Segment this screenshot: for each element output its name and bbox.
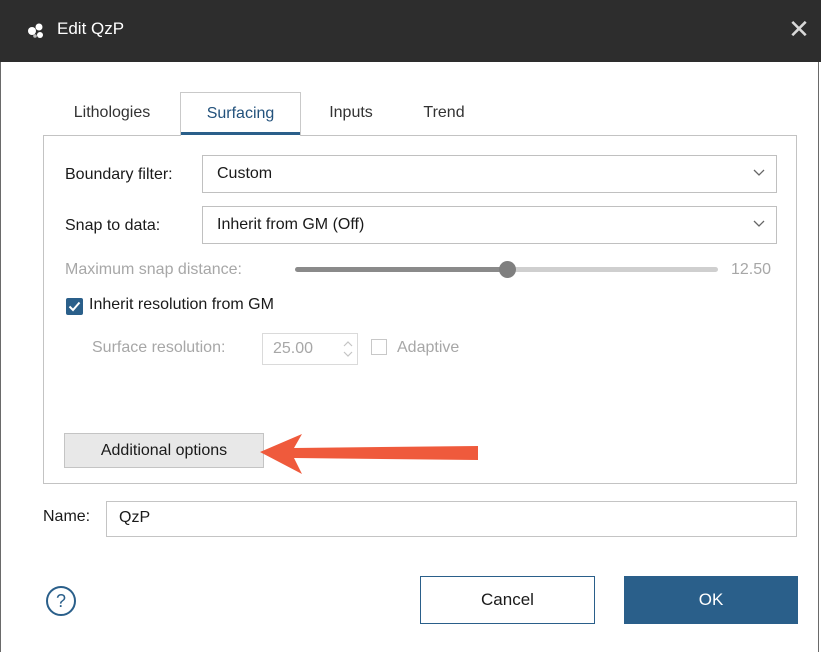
window-title: Edit QzP (57, 19, 125, 38)
active-tab-indicator (181, 132, 300, 135)
slider-track-filled (295, 267, 507, 272)
spin-arrows-icon (343, 341, 353, 357)
snap-to-data-label: Snap to data: (65, 217, 161, 234)
surface-resolution-value: 25.00 (273, 340, 314, 357)
app-icon (26, 21, 46, 41)
adaptive-checkbox[interactable] (371, 339, 387, 355)
tab-trend[interactable]: Trend (404, 92, 484, 134)
name-label: Name: (43, 508, 91, 525)
snap-to-data-dropdown[interactable]: Inherit from GM (Off) (202, 206, 777, 244)
boundary-filter-value: Custom (217, 165, 273, 182)
chevron-down-icon (753, 220, 765, 227)
tab-inputs[interactable]: Inputs (312, 92, 390, 134)
window-border-right (818, 62, 819, 652)
help-icon[interactable]: ? (45, 585, 77, 617)
slider-track-empty (507, 267, 718, 272)
additional-options-button[interactable]: Additional options (64, 433, 264, 468)
ok-button[interactable]: OK (624, 576, 798, 624)
checkmark-icon (68, 301, 81, 312)
tab-surfacing[interactable]: Surfacing (180, 92, 301, 136)
cancel-button[interactable]: Cancel (420, 576, 595, 624)
max-snap-distance-slider-thumb[interactable] (499, 261, 516, 278)
surface-resolution-spinbox[interactable]: 25.00 (262, 333, 358, 365)
annotation-arrow-icon (260, 434, 478, 474)
max-snap-distance-label: Maximum snap distance: (65, 261, 242, 278)
name-field[interactable]: QzP (106, 501, 797, 537)
boundary-filter-dropdown[interactable]: Custom (202, 155, 777, 193)
inherit-resolution-checkbox[interactable] (66, 298, 83, 315)
snap-to-data-value: Inherit from GM (Off) (217, 216, 365, 233)
svg-text:?: ? (56, 591, 66, 611)
tab-lithologies[interactable]: Lithologies (56, 92, 168, 134)
surface-resolution-label: Surface resolution: (92, 339, 226, 356)
adaptive-label: Adaptive (397, 339, 460, 356)
close-icon[interactable]: ✕ (780, 10, 818, 50)
name-value: QzP (119, 509, 151, 526)
chevron-down-icon (753, 169, 765, 176)
inherit-resolution-label: Inherit resolution from GM (89, 296, 274, 313)
max-snap-distance-value: 12.50 (731, 261, 772, 278)
window-border-left (0, 62, 1, 652)
boundary-filter-label: Boundary filter: (65, 166, 173, 183)
